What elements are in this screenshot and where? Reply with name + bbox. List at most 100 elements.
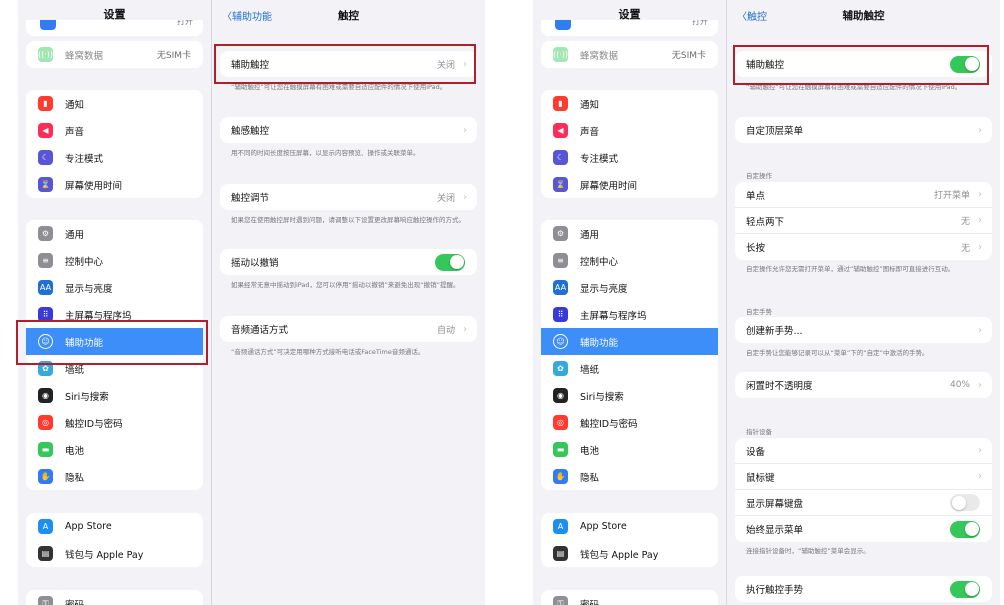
custom-actions-header: 自定操作 [746, 172, 772, 180]
haptic-touch-row[interactable]: 触感触控 › [220, 117, 477, 143]
chevron-right-icon: › [978, 241, 982, 253]
call-audio-note: “音频通话方式”可决定用哪种方式接听电话或FaceTime音频通话。 [231, 348, 425, 356]
sidebar-item-wallet[interactable]: ▤ 钱包与 Apple Pay [26, 540, 203, 567]
settings-sidebar: 设置 打开 ((·)) 蜂窝数据 无SIM卡 ▮ 通知 ◀ 声音 ☾ 专注模式 ⌛ 屏幕使用… [18, 0, 212, 605]
nav-bar: 〈辅助功能 触控 [212, 0, 485, 30]
bell-icon: ▮ [38, 96, 53, 111]
double-tap-row[interactable]: 轻点两下无 › [735, 208, 992, 234]
sidebar-item-focus[interactable]: ☾ 专注模式 [541, 144, 718, 171]
sidebar-item-focus[interactable]: ☾ 专注模式 [26, 144, 203, 171]
sidebar-item-control-center[interactable]: ≡ 控制中心 [26, 247, 203, 274]
sidebar-item-display[interactable]: AA 显示与亮度 [26, 274, 203, 301]
custom-gestures-card: 创建新手势... › [735, 317, 992, 343]
aa-icon: AA [38, 280, 53, 295]
sidebar-group-3: A App Store ▤ 钱包与 Apple Pay [541, 513, 718, 567]
sidebar-group-4: ⚿ 密码 [541, 590, 718, 605]
custom-actions-card: 单点 打开菜单 › 轻点两下无 › 长按无 › [735, 182, 992, 260]
touch-settings-pane: 〈辅助功能 触控 辅助触控 关闭 › “辅助触控”可让您在触摸屏幕有困难或需要自适应… [212, 0, 485, 605]
sidebar-item-accessibility[interactable]: ☺ 辅助功能 [541, 328, 718, 355]
wallet-icon: ▤ [38, 546, 53, 561]
sidebar-partial-row[interactable]: 打开 [541, 20, 718, 36]
sidebar-item-wallpaper[interactable]: ✿ 墙纸 [26, 355, 203, 382]
sidebar-item-general[interactable]: ⚙ 通用 [541, 220, 718, 247]
app-store-icon: A [38, 519, 53, 534]
always-show-menu-toggle[interactable] [950, 520, 980, 538]
chevron-right-icon: › [978, 189, 982, 200]
sidebar-item-accessibility[interactable]: ☺ 辅助功能 [26, 328, 203, 355]
haptic-touch-note: 用不同的时间长度按压屏幕，以显示内容预览、操作或关联菜单。 [231, 149, 420, 157]
sidebar-item-notifications[interactable]: ▮ 通知 [541, 90, 718, 117]
sidebar-item-screen-time[interactable]: ⌛ 屏幕使用时间 [26, 171, 203, 198]
right-screenshot: 设置 打开 ((·)) 蜂窝数据 无SIM卡 ▮ 通知 ◀ 声音 ☾ 专注模式 ⌛ 屏幕使用… [533, 0, 1000, 605]
moon-icon: ☾ [553, 150, 568, 165]
shake-undo-row: 摇动以撤销 [220, 249, 477, 275]
shake-undo-toggle[interactable] [435, 253, 465, 271]
pointer-devices-header: 指针设备 [746, 428, 772, 436]
key-icon: ⚿ [553, 596, 568, 605]
sidebar-item-touch-id[interactable]: ◎ 触控ID与密码 [26, 409, 203, 436]
sidebar-item-touch-id[interactable]: ◎ 触控ID与密码 [541, 409, 718, 436]
sidebar-item-home-screen[interactable]: ⠿ 主屏幕与程序坞 [26, 301, 203, 328]
sidebar-item-wallet[interactable]: ▤ 钱包与 Apple Pay [541, 540, 718, 567]
sidebar-item-app-store[interactable]: A App Store [26, 513, 203, 540]
sidebar-item-battery[interactable]: ▬ 电池 [541, 436, 718, 463]
sidebar-item-display[interactable]: AA 显示与亮度 [541, 274, 718, 301]
sidebar-group-4: ⚿ 密码 [26, 590, 203, 605]
sidebar-item-battery[interactable]: ▬ 电池 [26, 436, 203, 463]
sidebar-item-sounds[interactable]: ◀ 声音 [541, 117, 718, 144]
sidebar-partial-row[interactable]: 打开 [26, 20, 203, 36]
app-store-icon: A [553, 519, 568, 534]
chevron-right-icon: › [978, 445, 982, 456]
sidebar-item-app-store[interactable]: A App Store [541, 513, 718, 540]
sidebar-item-passwords[interactable]: ⚿ 密码 [26, 590, 203, 605]
chevron-right-icon: › [978, 124, 982, 136]
hourglass-icon: ⌛ [38, 177, 53, 192]
sidebar-item-siri[interactable]: ◉ Siri与搜索 [26, 382, 203, 409]
touch-accommodations-row[interactable]: 触控调节 关闭 › [220, 184, 477, 210]
create-gesture-row[interactable]: 创建新手势... › [735, 317, 992, 343]
perform-gestures-card: 执行触控手势 [735, 576, 992, 602]
bell-icon: ▮ [553, 96, 568, 111]
sidebar-item-wallpaper[interactable]: ✿ 墙纸 [541, 355, 718, 382]
devices-row[interactable]: 设备 › [735, 438, 992, 464]
long-press-row[interactable]: 长按无 › [735, 234, 992, 260]
sidebar-item-general[interactable]: ⚙ 通用 [26, 220, 203, 247]
assistive-touch-note: “辅助触控”可让您在触摸屏幕有困难或需要自适应配件的情况下使用iPad。 [231, 83, 447, 91]
gear-icon: ⚙ [38, 226, 53, 241]
sidebar-item-control-center[interactable]: ≡ 控制中心 [541, 247, 718, 274]
mouse-keys-row[interactable]: 鼠标键 › [735, 464, 992, 490]
sidebar-item-screen-time[interactable]: ⌛ 屏幕使用时间 [541, 171, 718, 198]
sidebar-item-privacy[interactable]: ✋ 隐私 [26, 463, 203, 490]
call-audio-row[interactable]: 音频通话方式 自动 › [220, 316, 477, 342]
sidebar-item-cellular[interactable]: ((·)) 蜂窝数据 无SIM卡 [541, 41, 718, 68]
sidebar-item-sounds[interactable]: ◀ 声音 [26, 117, 203, 144]
aa-icon: AA [553, 280, 568, 295]
pointer-devices-card: 设备 › 鼠标键 › 显示屏幕键盘 始终显示菜单 [735, 438, 992, 542]
chevron-right-icon: › [978, 379, 982, 391]
sidebar-item-cellular[interactable]: ((·)) 蜂窝数据 无SIM卡 [26, 41, 203, 68]
hand-icon: ✋ [38, 469, 53, 484]
idle-opacity-card: 闲置时不透明度 40% › [735, 372, 992, 398]
assistive-touch-card: 辅助触控 [735, 51, 992, 77]
page-title: 辅助触控 [842, 10, 885, 22]
call-audio-card: 音频通话方式 自动 › [220, 316, 477, 342]
chevron-right-icon: › [463, 58, 467, 70]
sidebar-group-1: ▮ 通知 ◀ 声音 ☾ 专注模式 ⌛ 屏幕使用时间 [26, 90, 203, 198]
sidebar-group-1: ▮ 通知 ◀ 声音 ☾ 专注模式 ⌛ 屏幕使用时间 [541, 90, 718, 198]
sidebar-item-passwords[interactable]: ⚿ 密码 [541, 590, 718, 605]
chevron-right-icon: › [463, 124, 467, 136]
custom-gestures-note: 自定手势让您能够记录可以从“菜单”下的“自定”中激活的手势。 [746, 349, 929, 357]
perform-gestures-toggle[interactable] [950, 580, 980, 598]
assistive-touch-row[interactable]: 辅助触控 关闭 › [220, 51, 477, 77]
customize-top-menu-row[interactable]: 自定顶层菜单 › [735, 117, 992, 143]
show-keyboard-toggle[interactable] [950, 494, 980, 511]
sidebar-item-home-screen[interactable]: ⠿ 主屏幕与程序坞 [541, 301, 718, 328]
idle-opacity-row[interactable]: 闲置时不透明度 40% › [735, 372, 992, 398]
battery-icon: ▬ [553, 442, 568, 457]
assistive-touch-toggle[interactable] [950, 55, 980, 73]
single-tap-row[interactable]: 单点 打开菜单 › [735, 182, 992, 208]
sidebar-item-notifications[interactable]: ▮ 通知 [26, 90, 203, 117]
sidebar-item-siri[interactable]: ◉ Siri与搜索 [541, 382, 718, 409]
sidebar-item-privacy[interactable]: ✋ 隐私 [541, 463, 718, 490]
chevron-right-icon: › [978, 215, 982, 226]
